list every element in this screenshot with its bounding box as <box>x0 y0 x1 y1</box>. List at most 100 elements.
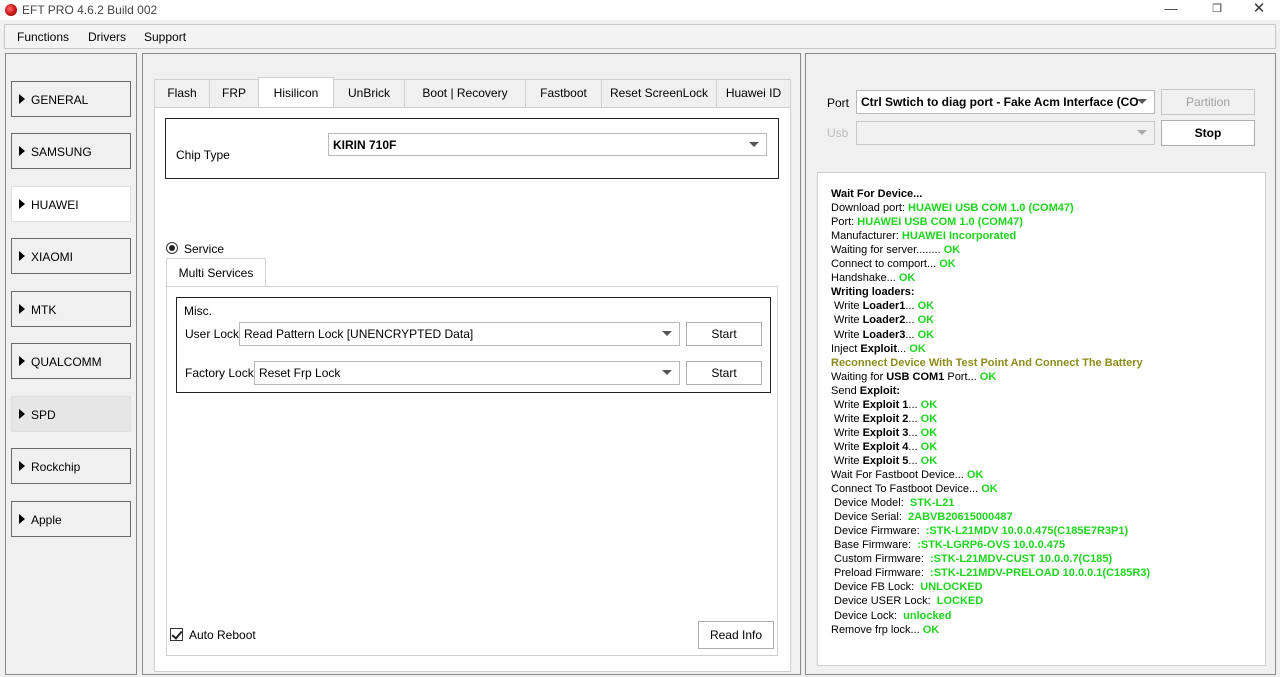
log-line: Waiting for server........ OK <box>831 243 960 257</box>
log-output: Wait For Device... Download port: HUAWEI … <box>817 172 1266 666</box>
log-segment: Preload Firmware: <box>831 567 931 580</box>
log-segment: ... <box>908 398 921 411</box>
usb-select[interactable] <box>856 121 1155 145</box>
log-segment: Write <box>831 440 863 453</box>
log-segment: ... <box>908 412 921 425</box>
log-line: Write Exploit 1... OK <box>831 398 937 412</box>
multi-services-body: Misc. User Lock Read Pattern Lock [UNENC… <box>166 286 778 656</box>
tab-unbrick[interactable]: UnBrick <box>333 79 405 107</box>
brand-label: HUAWEI <box>31 198 79 212</box>
log-line: Device FB Lock: UNLOCKED <box>831 580 983 594</box>
minimize-button[interactable]: — <box>1148 0 1194 20</box>
log-segment: OK <box>917 300 935 313</box>
tab-fastboot[interactable]: Fastboot <box>525 79 602 107</box>
port-select[interactable]: Ctrl Swtich to diag port - Fake Acm Inte… <box>856 90 1155 114</box>
caret-right-icon <box>19 251 25 261</box>
partition-button[interactable]: Partition <box>1161 89 1255 115</box>
brand-label: XIAOMI <box>31 250 74 264</box>
log-line: Write Loader1... OK <box>831 299 934 313</box>
chip-type-label: Chip Type <box>176 148 230 162</box>
brand-mtk-button[interactable]: MTK <box>11 291 131 327</box>
brand-apple-button[interactable]: Apple <box>11 501 131 537</box>
log-segment: Write <box>831 314 863 327</box>
log-line: Device Model: STK-L21 <box>831 496 954 510</box>
tab-huawei-id[interactable]: Huawei ID <box>716 79 791 107</box>
stop-button[interactable]: Stop <box>1161 120 1255 146</box>
read-info-button[interactable]: Read Info <box>698 621 774 649</box>
tab-multi-services[interactable]: Multi Services <box>166 258 266 286</box>
log-segment: Device Lock: <box>831 609 904 622</box>
caret-right-icon <box>19 199 25 209</box>
menu-functions[interactable]: Functions <box>17 30 69 44</box>
log-segment: ... <box>897 342 910 355</box>
log-segment: OK <box>939 258 956 271</box>
user-lock-select[interactable]: Read Pattern Lock [UNENCRYPTED Data] <box>239 322 680 346</box>
brand-label: Apple <box>31 513 62 527</box>
log-segment: Exploit 1 <box>862 398 909 411</box>
brand-label: MTK <box>31 303 57 317</box>
log-line: Port: HUAWEI USB COM 1.0 (COM47) <box>831 215 1023 229</box>
log-segment: OK <box>920 412 938 425</box>
user-lock-start-button[interactable]: Start <box>686 322 762 346</box>
brand-huawei-button[interactable]: HUAWEI <box>11 186 131 222</box>
log-segment: Waiting for <box>831 370 887 383</box>
log-segment: Connect to comport... <box>831 258 940 271</box>
log-segment: Device USER Lock: <box>831 595 937 608</box>
factory-lock-start-button[interactable]: Start <box>686 361 762 385</box>
log-segment: Reconnect Device With Test Point And Con… <box>831 356 1143 369</box>
log-segment: Exploit 4 <box>862 440 909 453</box>
log-segment: Loader3 <box>862 328 906 341</box>
log-segment: Custom Firmware: <box>831 553 931 566</box>
log-segment: LOCKED <box>936 595 984 608</box>
log-segment: :STK-L21MDV-CUST 10.0.0.7(C185) <box>930 553 1113 566</box>
caret-right-icon <box>19 146 25 156</box>
auto-reboot-checkbox[interactable] <box>170 628 183 641</box>
log-line: Write Loader3... OK <box>831 328 934 342</box>
log-segment: OK <box>943 244 961 257</box>
chip-type-select[interactable]: KIRIN 710F <box>328 133 767 156</box>
title-bar: EFT PRO 4.6.2 Build 002 — ❐ ✕ <box>0 0 1280 20</box>
brand-xiaomi-button[interactable]: XIAOMI <box>11 238 131 274</box>
brand-rockchip-button[interactable]: Rockchip <box>11 448 131 484</box>
brand-label: Rockchip <box>31 460 81 474</box>
log-segment: ... <box>905 328 918 341</box>
close-button[interactable]: ✕ <box>1236 0 1280 20</box>
brand-label: SPD <box>31 408 56 422</box>
log-segment: :STK-LGRP6-OVS 10.0.0.475 <box>917 539 1066 552</box>
maximize-button[interactable]: ❐ <box>1194 0 1240 20</box>
log-segment: Download port: <box>831 202 909 215</box>
log-segment: UNLOCKED <box>920 581 983 594</box>
log-line: Write Exploit 4... OK <box>831 440 937 454</box>
tab-reset-screenlock[interactable]: Reset ScreenLock <box>601 79 717 107</box>
caret-right-icon <box>19 409 25 419</box>
log-line: Write Exploit 3... OK <box>831 426 937 440</box>
log-segment: unlocked <box>903 609 952 622</box>
brand-spd-button[interactable]: SPD <box>11 396 131 432</box>
log-segment: USB COM1 <box>886 370 945 383</box>
log-segment: Write <box>831 426 863 439</box>
tab-flash[interactable]: Flash <box>154 79 210 107</box>
tab-hisilicon[interactable]: Hisilicon <box>258 77 334 107</box>
chevron-down-icon <box>749 142 759 147</box>
log-line: Wait For Device... <box>831 187 922 201</box>
brand-general-button[interactable]: GENERAL <box>11 81 131 117</box>
menu-drivers[interactable]: Drivers <box>88 30 126 44</box>
log-segment: Base Firmware: <box>831 539 918 552</box>
tab-frp[interactable]: FRP <box>209 79 259 107</box>
log-segment: Port... <box>944 370 980 383</box>
brand-qualcomm-button[interactable]: QUALCOMM <box>11 343 131 379</box>
menu-support[interactable]: Support <box>144 30 186 44</box>
brand-samsung-button[interactable]: SAMSUNG <box>11 133 131 169</box>
chevron-down-icon <box>662 331 672 336</box>
log-segment: OK <box>917 314 935 327</box>
log-segment: OK <box>920 398 938 411</box>
log-segment: 2ABVB20615000487 <box>908 511 1013 524</box>
factory-lock-select[interactable]: Reset Frp Lock <box>254 361 680 385</box>
auto-reboot-label: Auto Reboot <box>189 628 256 642</box>
tab-boot-recovery[interactable]: Boot | Recovery <box>404 79 526 107</box>
chevron-down-icon <box>662 370 672 375</box>
log-line: Device Firmware: :STK-L21MDV 10.0.0.475(… <box>831 524 1128 538</box>
service-radio[interactable] <box>166 242 178 254</box>
log-segment: Write <box>831 300 863 313</box>
log-segment: Manufacturer: <box>831 230 902 243</box>
